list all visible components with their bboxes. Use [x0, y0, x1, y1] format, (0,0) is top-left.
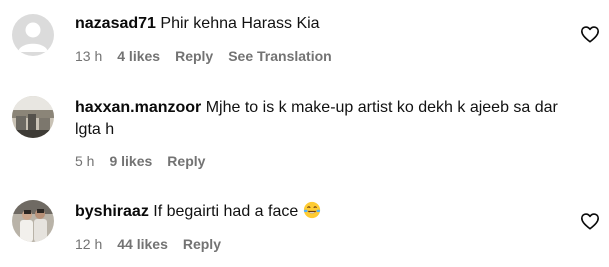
comment-item: byshiraaz If begairti had a face 12 h 44…	[0, 180, 609, 267]
comment-timestamp[interactable]: 13 h	[75, 48, 102, 64]
comment-item: nazasad71 Phir kehna Harass Kia 13 h 4 l…	[0, 0, 609, 80]
avatar[interactable]	[12, 96, 54, 138]
heart-outline-icon[interactable]	[580, 212, 600, 230]
reply-button[interactable]: Reply	[167, 153, 205, 169]
reply-button[interactable]: Reply	[183, 236, 221, 252]
default-avatar-icon	[12, 14, 54, 56]
comment-username[interactable]: haxxan.manzoor	[75, 99, 201, 116]
avatar[interactable]	[12, 14, 54, 56]
comment-username[interactable]: nazasad71	[75, 15, 156, 32]
comment-likes[interactable]: 9 likes	[109, 153, 152, 169]
comment-likes[interactable]: 4 likes	[117, 48, 160, 64]
comment-item: haxxan.manzoor Mjhe to is k make-up arti…	[0, 80, 609, 180]
comment-likes[interactable]: 44 likes	[117, 236, 168, 252]
reply-button[interactable]: Reply	[175, 48, 213, 64]
photo-avatar-image	[12, 96, 54, 138]
heart-outline-icon[interactable]	[580, 25, 600, 43]
comment-text: If begairti had a face	[153, 203, 299, 220]
comment-timestamp[interactable]: 5 h	[75, 153, 94, 169]
see-translation-button[interactable]: See Translation	[228, 48, 331, 64]
comment-timestamp[interactable]: 12 h	[75, 236, 102, 252]
comment-text: Phir kehna Harass Kia	[160, 15, 320, 32]
comment-username[interactable]: byshiraaz	[75, 203, 149, 220]
avatar[interactable]	[12, 200, 54, 242]
photo-avatar-image	[12, 200, 54, 242]
laughing-tears-emoji-icon	[303, 201, 320, 219]
